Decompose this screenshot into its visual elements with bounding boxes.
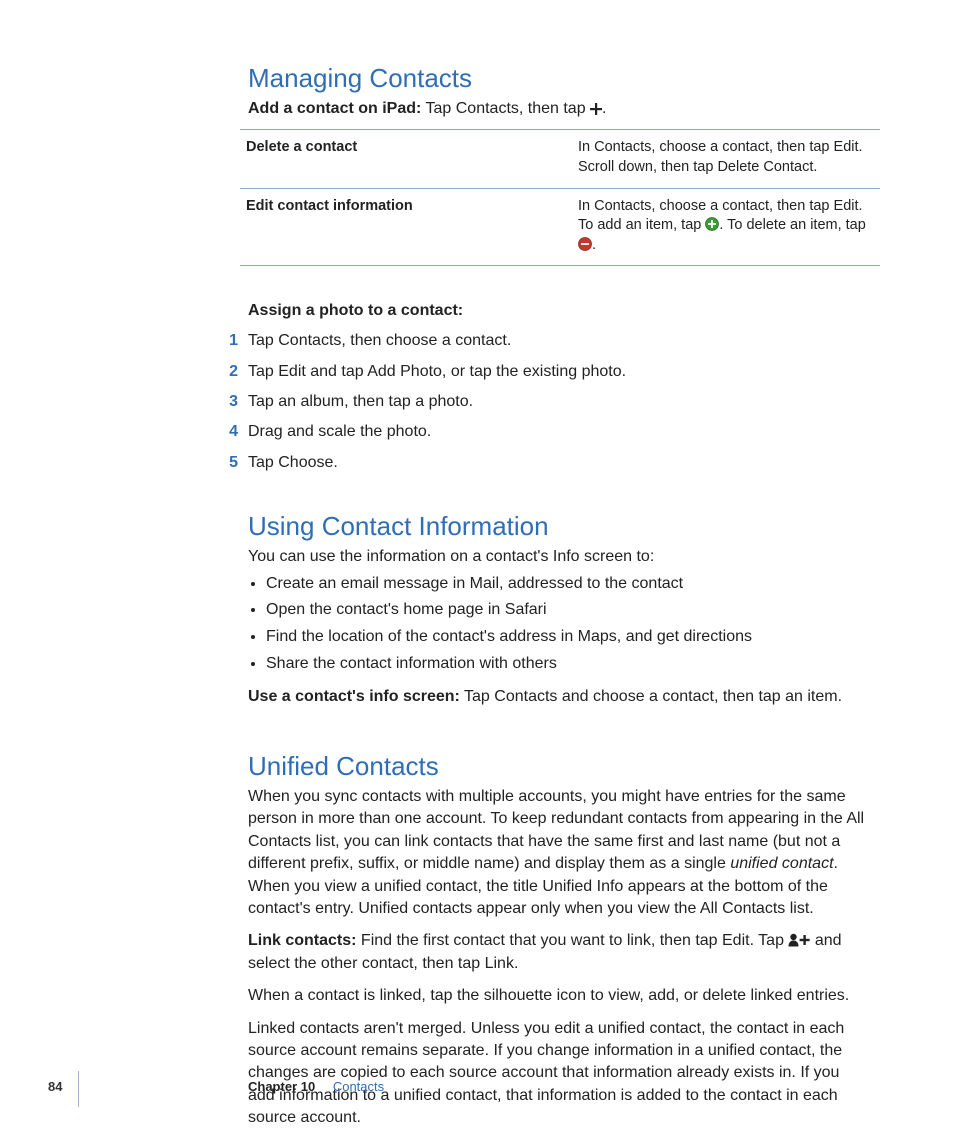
- table-row: Delete a contact In Contacts, choose a c…: [240, 130, 880, 188]
- plus-icon: [590, 103, 602, 115]
- step-number: 3: [220, 391, 238, 413]
- chapter-name: Contacts: [333, 1079, 384, 1094]
- row-delete-val: In Contacts, choose a contact, then tap …: [572, 130, 880, 188]
- use-info-screen: Use a contact's info screen: Tap Contact…: [248, 686, 868, 708]
- step-number: 2: [220, 361, 238, 383]
- list-item: 2 Tap Edit and tap Add Photo, or tap the …: [220, 357, 868, 387]
- add-contact-label: Add a contact on iPad:: [248, 100, 421, 117]
- contact-actions-table: Delete a contact In Contacts, choose a c…: [240, 129, 880, 266]
- page-content: Managing Contacts Add a contact on iPad:…: [248, 64, 868, 1129]
- list-item: 1 Tap Contacts, then choose a contact.: [220, 326, 868, 356]
- row-edit-key: Edit contact information: [240, 188, 572, 266]
- step-number: 5: [220, 452, 238, 474]
- page-number: 84: [48, 1079, 62, 1094]
- use-info-label: Use a contact's info screen:: [248, 688, 460, 705]
- link-contacts-a: Find the first contact that you want to …: [356, 932, 788, 949]
- chapter-label: Chapter 10: [248, 1079, 315, 1094]
- footer-divider: [78, 1071, 79, 1107]
- assign-photo-steps: 1Tap Contacts, then choose a contact. 2T…: [220, 326, 868, 478]
- step-text: Tap Choose.: [248, 454, 338, 471]
- heading-unified-contacts: Unified Contacts: [248, 752, 868, 782]
- use-info-text: Tap Contacts and choose a contact, then …: [460, 688, 842, 705]
- list-item: Share the contact information with other…: [266, 651, 868, 678]
- add-contact-text-a: Tap Contacts, then tap: [421, 100, 590, 117]
- row-edit-val-b: . To delete an item, tap: [719, 217, 865, 233]
- list-item: Create an email message in Mail, address…: [266, 571, 868, 598]
- heading-using-contact-info: Using Contact Information: [248, 512, 868, 542]
- add-circle-icon: [705, 217, 719, 231]
- list-item: Open the contact's home page in Safari: [266, 597, 868, 624]
- add-contact-instruction: Add a contact on iPad: Tap Contacts, the…: [248, 98, 868, 120]
- person-plus-icon: [788, 933, 810, 947]
- list-item: 5 Tap Choose.: [220, 448, 868, 478]
- row-delete-key: Delete a contact: [240, 130, 572, 188]
- chapter-ref: Chapter 10 Contacts: [248, 1079, 384, 1094]
- link-contacts-label: Link contacts:: [248, 932, 356, 949]
- add-contact-text-b: .: [602, 100, 606, 117]
- link-contacts-p: Link contacts: Find the first contact th…: [248, 930, 868, 975]
- using-bullets: Create an email message in Mail, address…: [248, 571, 868, 678]
- list-item: 3 Tap an album, then tap a photo.: [220, 387, 868, 417]
- step-number: 1: [220, 330, 238, 352]
- heading-managing-contacts: Managing Contacts: [248, 64, 868, 94]
- step-number: 4: [220, 421, 238, 443]
- assign-photo-heading: Assign a photo to a contact:: [248, 302, 868, 320]
- unified-p1: When you sync contacts with multiple acc…: [248, 786, 868, 920]
- step-text: Tap Contacts, then choose a contact.: [248, 332, 511, 349]
- step-text: Tap Edit and tap Add Photo, or tap the e…: [248, 363, 626, 380]
- page-footer: 84 Chapter 10 Contacts: [0, 1079, 954, 1103]
- row-edit-val-c: .: [592, 237, 596, 253]
- list-item: 4 Drag and scale the photo.: [220, 417, 868, 447]
- table-row: Edit contact information In Contacts, ch…: [240, 188, 880, 266]
- remove-circle-icon: [578, 237, 592, 251]
- document-page: Managing Contacts Add a contact on iPad:…: [0, 0, 954, 1145]
- row-edit-val: In Contacts, choose a contact, then tap …: [572, 188, 880, 266]
- step-text: Drag and scale the photo.: [248, 423, 431, 440]
- step-text: Tap an album, then tap a photo.: [248, 393, 473, 410]
- list-item: Find the location of the contact's addre…: [266, 624, 868, 651]
- using-intro: You can use the information on a contact…: [248, 546, 868, 568]
- unified-p1-italic: unified contact: [730, 855, 833, 872]
- unified-p3: When a contact is linked, tap the silhou…: [248, 985, 868, 1007]
- unified-p4: Linked contacts aren't merged. Unless yo…: [248, 1018, 868, 1130]
